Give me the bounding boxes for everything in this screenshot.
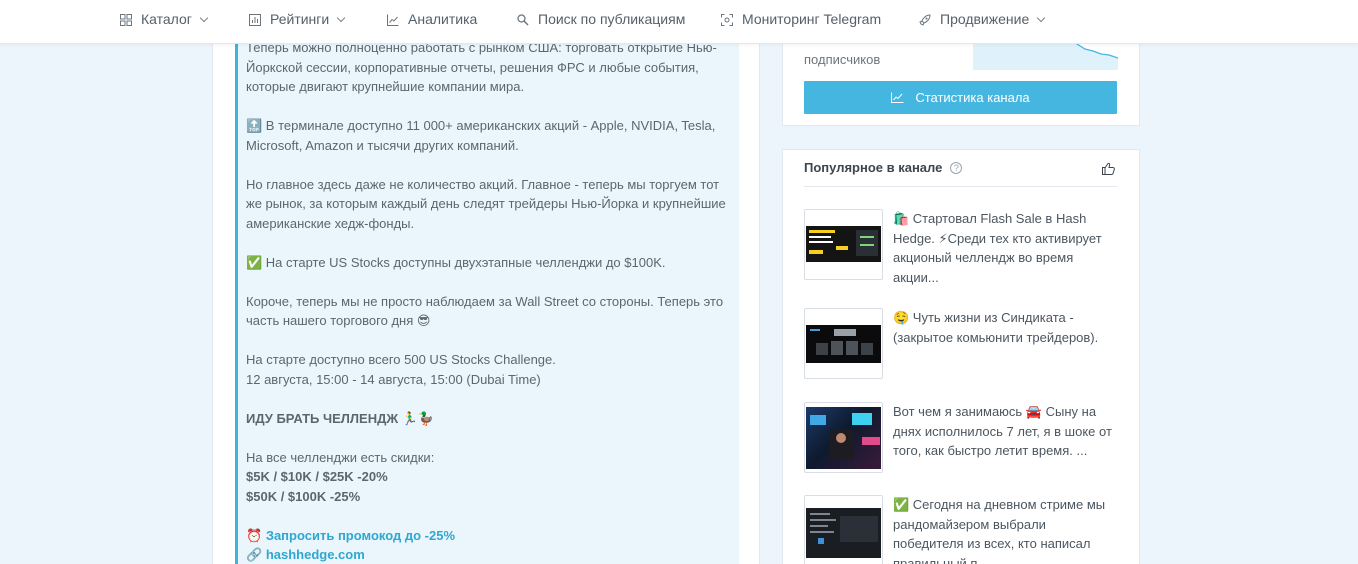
popular-title: Популярное в канале ? — [804, 160, 963, 175]
post-paragraph: 12 августа, 15:00 - 14 августа, 15:00 (D… — [246, 371, 541, 387]
nav-search-label: Поиск по публикациям — [538, 11, 686, 27]
nav-catalog[interactable]: Каталог — [120, 0, 209, 38]
nav-ratings[interactable]: Рейтинги — [249, 0, 346, 38]
line-chart-icon — [891, 92, 904, 103]
post-paragraph: На старте доступно всего 500 US Stocks C… — [246, 352, 556, 367]
nav-monitoring[interactable]: Мониторинг Telegram — [721, 0, 881, 38]
divider — [804, 186, 1117, 187]
post-paragraph: ✅ На старте US Stocks доступны двухэтапн… — [246, 254, 666, 270]
line-chart-icon — [387, 13, 399, 26]
post-paragraph: На все челленджи есть скидки: — [246, 449, 435, 465]
scan-icon — [721, 13, 733, 26]
post-quote: Теперь можно полноценно работать с рынко… — [235, 40, 739, 564]
channel-stats-label: Статистика канала — [915, 90, 1030, 105]
post-thumbnail — [804, 209, 883, 280]
chevron-down-icon — [336, 13, 346, 22]
search-icon — [517, 13, 529, 26]
post-thumbnail — [804, 495, 883, 564]
nav-ratings-label: Рейтинги — [270, 11, 330, 27]
nav-analytics[interactable]: Аналитика — [387, 0, 477, 38]
thumbs-up-icon[interactable] — [1102, 162, 1115, 175]
channel-stats-card: подписчиков Статистика канала — [782, 30, 1140, 126]
post-thumbnail — [804, 402, 883, 473]
rocket-icon — [919, 13, 931, 26]
post-paragraph: 🔝 В терминале доступно 11 000+ американс… — [246, 118, 716, 153]
popular-post-text: 🛍️ Стартовал Flash Sale в Hash Hedge. ⚡С… — [893, 211, 1102, 285]
nav-promotion-label: Продвижение — [940, 11, 1030, 27]
popular-post-text: Вот чем я занимаюсь 🚘 Сыну на днях испол… — [893, 404, 1112, 458]
nav-analytics-label: Аналитика — [408, 11, 478, 27]
site-link[interactable]: hashhedge.com — [266, 547, 365, 562]
grid-icon — [120, 13, 132, 26]
post-text: Теперь можно полноценно работать с рынко… — [246, 38, 734, 564]
nav-search[interactable]: Поиск по публикациям — [517, 0, 685, 38]
post-thumbnail — [804, 308, 883, 379]
post-paragraph: Теперь можно полноценно работать с рынко… — [246, 40, 717, 94]
promo-line: ⏰ Запросить промокод до -25% — [246, 526, 734, 546]
help-icon[interactable]: ? — [950, 161, 963, 174]
site-line: 🔗 hashhedge.com — [246, 545, 734, 564]
nav-promotion[interactable]: Продвижение — [919, 0, 1046, 38]
post-paragraph: Короче, теперь мы не просто наблюдаем за… — [246, 293, 724, 329]
nav-catalog-label: Каталог — [141, 11, 192, 27]
post-paragraph: Но главное здесь даже не количество акци… — [246, 176, 726, 231]
post-discount: $50K / $100K -25% — [246, 488, 361, 504]
chevron-down-icon — [1037, 13, 1046, 22]
nav-monitoring-label: Мониторинг Telegram — [742, 11, 882, 27]
post-card: Теперь можно полноценно работать с рынко… — [212, 40, 760, 564]
popular-post-text: 🤤 Чуть жизни из Синдиката - (закрытое ко… — [893, 310, 1099, 345]
top-navigation: Каталог Рейтинги Аналитика Поиск по публ… — [0, 0, 1358, 44]
post-discount: $5K / $10K / $25K -20% — [246, 469, 388, 484]
popular-post-text: ✅ Сегодня на дневном стриме мы рандомайз… — [893, 497, 1106, 564]
alarm-clock-icon: ⏰ — [246, 527, 263, 543]
popular-in-channel-card: Популярное в канале ? 🛍️ Стартовал Flash… — [782, 149, 1140, 564]
bar-chart-icon — [249, 13, 261, 26]
channel-stats-button[interactable]: Статистика канала — [804, 81, 1117, 114]
subscribers-label: подписчиков — [804, 52, 881, 67]
link-icon: 🔗 — [246, 547, 263, 562]
chevron-down-icon — [199, 13, 209, 22]
promo-link[interactable]: Запросить промокод до -25% — [266, 528, 455, 543]
post-heading: ИДУ БРАТЬ ЧЕЛЛЕНДЖ 🏃‍♂️🦆 — [246, 410, 435, 426]
